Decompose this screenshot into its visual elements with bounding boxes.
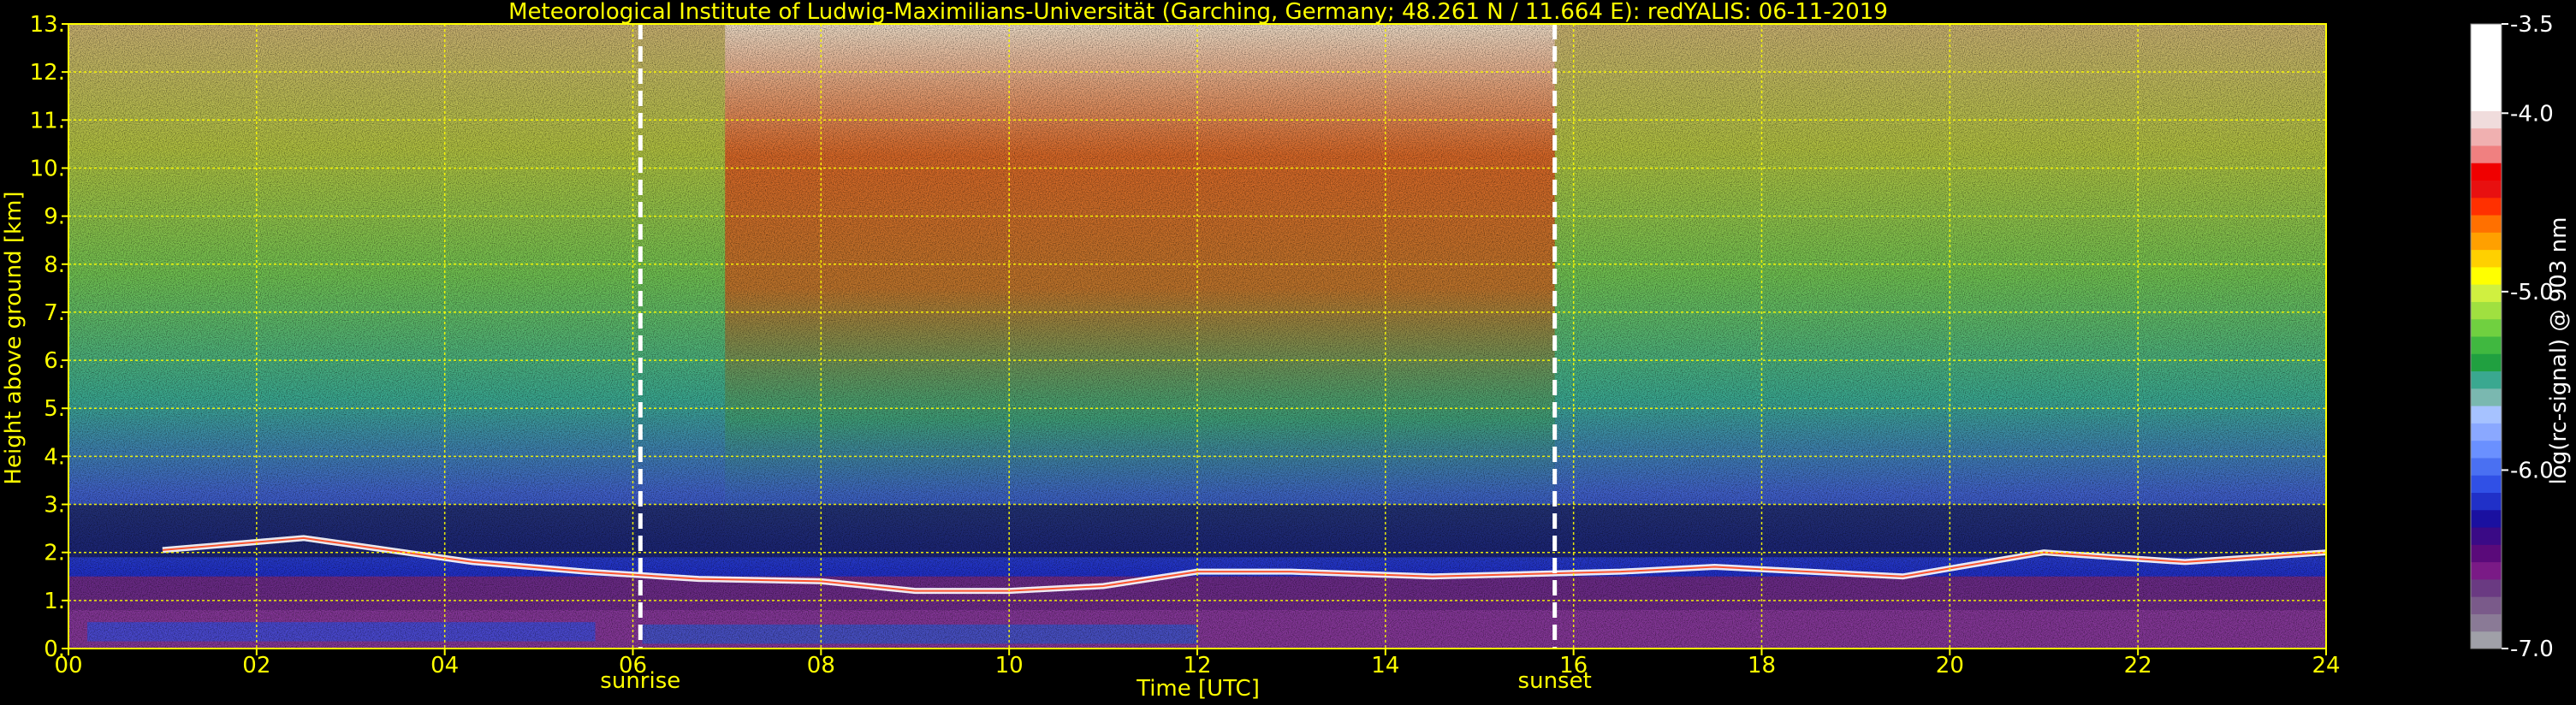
x-tick-label: 04	[430, 653, 459, 678]
colorbar-segment	[2471, 163, 2502, 181]
x-tick-label: 16	[1559, 653, 1588, 678]
colorbar-segment	[2471, 561, 2502, 580]
y-tick-label: 3.	[44, 493, 65, 518]
colorbar-segment	[2471, 249, 2502, 268]
x-axis-label: Time [UTC]	[1136, 676, 1260, 702]
x-tick-label: 24	[2312, 653, 2340, 678]
y-tick-label: 7.	[44, 300, 65, 326]
colorbar-segment	[2471, 353, 2502, 372]
colorbar-segment	[2471, 596, 2502, 614]
colorbar-segment	[2471, 509, 2502, 528]
colorbar: -3.5-4.0-5.0-6.0-7.0	[2470, 12, 2554, 662]
colorbar-segment	[2471, 127, 2502, 146]
colorbar-segment	[2471, 406, 2502, 424]
x-tick-label: 02	[242, 653, 270, 678]
colorbar-segment	[2471, 215, 2502, 233]
x-tick-label: 12	[1183, 653, 1211, 678]
colorbar-segment	[2471, 110, 2502, 129]
y-tick-label: 10.	[30, 156, 65, 181]
colorbar-segment	[2471, 544, 2502, 563]
y-tick-label: 5.	[44, 396, 65, 422]
y-tick-label: 11.	[30, 108, 65, 133]
colorbar-segment	[2471, 423, 2502, 441]
y-tick-label: 13.	[30, 12, 65, 38]
colorbar-segment	[2471, 631, 2502, 649]
x-tick-label: 08	[807, 653, 835, 678]
x-tick-label: 10	[995, 653, 1024, 678]
colorbar-segment	[2471, 284, 2502, 302]
colorbar-segment	[2471, 145, 2502, 163]
lidar-chart: sunrise sunset 00 02 04 06 08 10 12 14 16 18 20 22 24…	[1, 0, 2572, 702]
colorbar-segment	[2471, 370, 2502, 389]
colorbar-tick-label: -3.5	[2510, 12, 2554, 38]
x-tick-label: 18	[1748, 653, 1776, 678]
colorbar-label: log(rc-signal) @ 903 nm	[2546, 217, 2572, 485]
x-tick-label: 06	[619, 653, 647, 678]
y-tick-label: 2.	[44, 541, 65, 566]
y-tick-label: 8.	[44, 252, 65, 278]
colorbar-segment	[2471, 24, 2502, 42]
x-tick-label: 20	[1936, 653, 1964, 678]
colorbar-segment	[2471, 180, 2502, 198]
y-axis-label: Height above ground [km]	[1, 191, 27, 484]
chart-title: Meteorological Institute of Ludwig-Maxim…	[508, 0, 1888, 25]
colorbar-segment	[2471, 318, 2502, 337]
colorbar-segment	[2471, 492, 2502, 511]
colorbar-segment	[2471, 388, 2502, 406]
colorbar-segment	[2471, 475, 2502, 493]
colorbar-tick-label: -7.0	[2510, 637, 2554, 662]
x-tick-label: 22	[2124, 653, 2152, 678]
colorbar-segment	[2471, 457, 2502, 476]
colorbar-segment	[2471, 58, 2502, 77]
y-tick-label: 9.	[44, 204, 65, 230]
colorbar-segment	[2471, 301, 2502, 320]
colorbar-segment	[2471, 75, 2502, 94]
colorbar-segment	[2471, 578, 2502, 597]
colorbar-segment	[2471, 613, 2502, 632]
colorbar-segment	[2471, 93, 2502, 111]
colorbar-segment	[2471, 232, 2502, 251]
y-tick-label: 0.	[44, 637, 65, 662]
colorbar-segment	[2471, 266, 2502, 285]
colorbar-segment	[2471, 336, 2502, 354]
x-tick-label: 14	[1371, 653, 1399, 678]
colorbar-segment	[2471, 527, 2502, 545]
colorbar-tick-label: -4.0	[2510, 101, 2554, 127]
colorbar-segment	[2471, 197, 2502, 216]
y-tick-label: 6.	[44, 348, 65, 374]
colorbar-segment	[2471, 440, 2502, 459]
y-tick-label: 1.	[44, 589, 65, 614]
y-tick-label: 12.	[30, 60, 65, 86]
y-tick-label: 4.	[44, 444, 65, 470]
colorbar-segment	[2471, 41, 2502, 60]
